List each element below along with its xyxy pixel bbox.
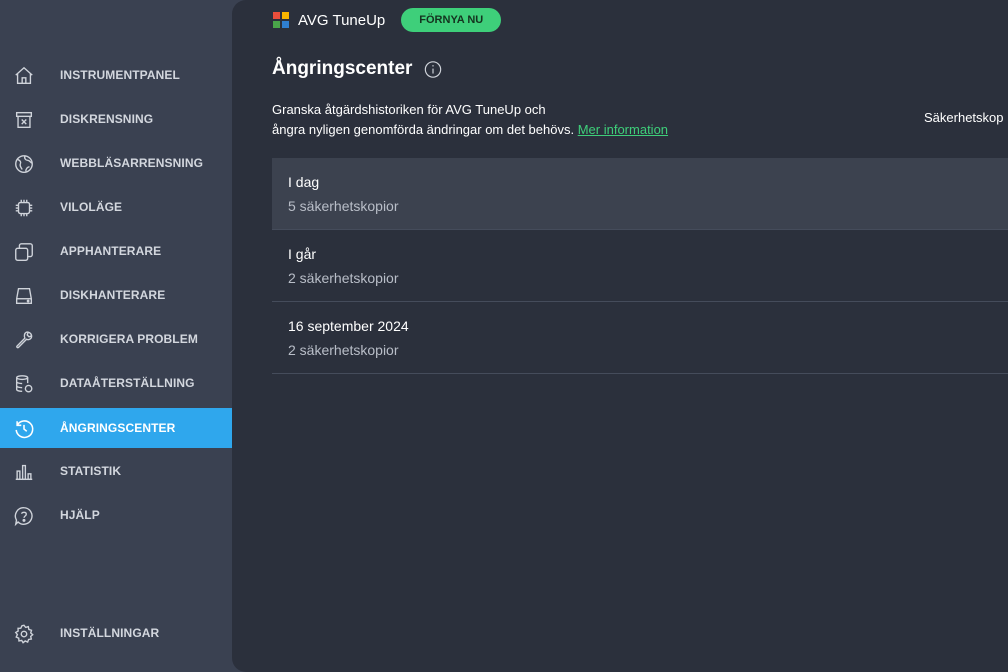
- chip-icon: [12, 196, 36, 220]
- sidebar-item-help[interactable]: HJÄLP: [0, 495, 232, 535]
- globe-icon: [12, 152, 36, 176]
- sidebar-item-label: ÅNGRINGSCENTER: [60, 421, 176, 435]
- history-group-title: I går: [288, 246, 317, 262]
- history-group-title: 16 september 2024: [288, 318, 409, 334]
- sidebar-item-disk-manager[interactable]: DISKHANTERARE: [0, 275, 232, 315]
- info-icon[interactable]: [424, 60, 442, 78]
- help-icon: [12, 504, 36, 528]
- renew-now-button[interactable]: FÖRNYA NU: [401, 8, 502, 32]
- header: AVG TuneUp FÖRNYA NU: [272, 8, 502, 32]
- windows-icon: [12, 240, 36, 264]
- page-title: Ångringscenter: [272, 58, 413, 79]
- sidebar-item-label: HJÄLP: [60, 508, 100, 522]
- trash-icon: [12, 108, 36, 132]
- sidebar-item-label: INSTÄLLNINGAR: [60, 626, 160, 640]
- description-line-2: ångra nyligen genomförda ändringar om de…: [272, 120, 732, 140]
- backups-column-label: Säkerhetskop: [924, 110, 1004, 125]
- sidebar-item-data-recovery[interactable]: DATAÅTERSTÄLLNING: [0, 363, 232, 403]
- description-line-1: Granska åtgärdshistoriken för AVG TuneUp…: [272, 102, 546, 117]
- history-group-count: 2 säkerhetskopior: [288, 270, 399, 286]
- sidebar-item-sleep-mode[interactable]: VILOLÄGE: [0, 187, 232, 227]
- sidebar-item-browser-cleanup[interactable]: WEBBLÄSARRENSNING: [0, 143, 232, 183]
- database-restore-icon: [12, 372, 36, 396]
- sidebar-item-disk-cleanup[interactable]: DISKRENSNING: [0, 99, 232, 139]
- page-title-row: Ångringscenter: [272, 58, 442, 80]
- sidebar: INSTRUMENTPANEL DISKRENSNING WEBBLÄSARRE…: [0, 0, 232, 672]
- history-icon: [12, 417, 36, 441]
- main-panel: AVG TuneUp FÖRNYA NU Ångringscenter Gran…: [232, 0, 1008, 672]
- sidebar-item-label: STATISTIK: [60, 464, 122, 478]
- sidebar-item-label: DISKRENSNING: [60, 112, 154, 126]
- home-icon: [12, 64, 36, 88]
- more-info-link[interactable]: Mer information: [578, 122, 668, 137]
- sidebar-item-label: VILOLÄGE: [60, 200, 123, 214]
- sidebar-item-label: WEBBLÄSARRENSNING: [60, 156, 204, 170]
- sidebar-item-label: DISKHANTERARE: [60, 288, 166, 302]
- history-list: I dag 5 säkerhetskopior I går 2 säkerhet…: [272, 158, 1008, 374]
- drive-icon: [12, 284, 36, 308]
- page-description: Granska åtgärdshistoriken för AVG TuneUp…: [272, 100, 732, 140]
- sidebar-item-undo-center[interactable]: ÅNGRINGSCENTER: [0, 408, 232, 448]
- sidebar-item-fix-problems[interactable]: KORRIGERA PROBLEM: [0, 319, 232, 359]
- sidebar-item-label: DATAÅTERSTÄLLNING: [60, 376, 195, 390]
- sidebar-item-settings[interactable]: INSTÄLLNINGAR: [0, 613, 232, 653]
- bar-chart-icon: [12, 460, 36, 484]
- sidebar-item-label: APPHANTERARE: [60, 244, 162, 258]
- history-group-count: 5 säkerhetskopior: [288, 198, 399, 214]
- sidebar-item-statistics[interactable]: STATISTIK: [0, 451, 232, 491]
- history-group-title: I dag: [288, 174, 320, 190]
- app-window: INSTRUMENTPANEL DISKRENSNING WEBBLÄSARRE…: [0, 0, 1008, 672]
- history-group-item[interactable]: 16 september 2024 2 säkerhetskopior: [272, 302, 1008, 374]
- history-group-item[interactable]: I dag 5 säkerhetskopior: [272, 158, 1008, 230]
- description-text: ångra nyligen genomförda ändringar om de…: [272, 122, 575, 137]
- gear-icon: [12, 622, 36, 646]
- sidebar-item-dashboard[interactable]: INSTRUMENTPANEL: [0, 55, 232, 95]
- history-group-item[interactable]: I går 2 säkerhetskopior: [272, 230, 1008, 302]
- app-brand: AVG TuneUp: [298, 11, 386, 29]
- sidebar-item-label: KORRIGERA PROBLEM: [60, 332, 198, 346]
- history-group-count: 2 säkerhetskopior: [288, 342, 399, 358]
- avg-logo-icon: [272, 11, 290, 29]
- wrench-icon: [12, 328, 36, 352]
- sidebar-item-app-manager[interactable]: APPHANTERARE: [0, 231, 232, 271]
- sidebar-item-label: INSTRUMENTPANEL: [60, 68, 180, 82]
